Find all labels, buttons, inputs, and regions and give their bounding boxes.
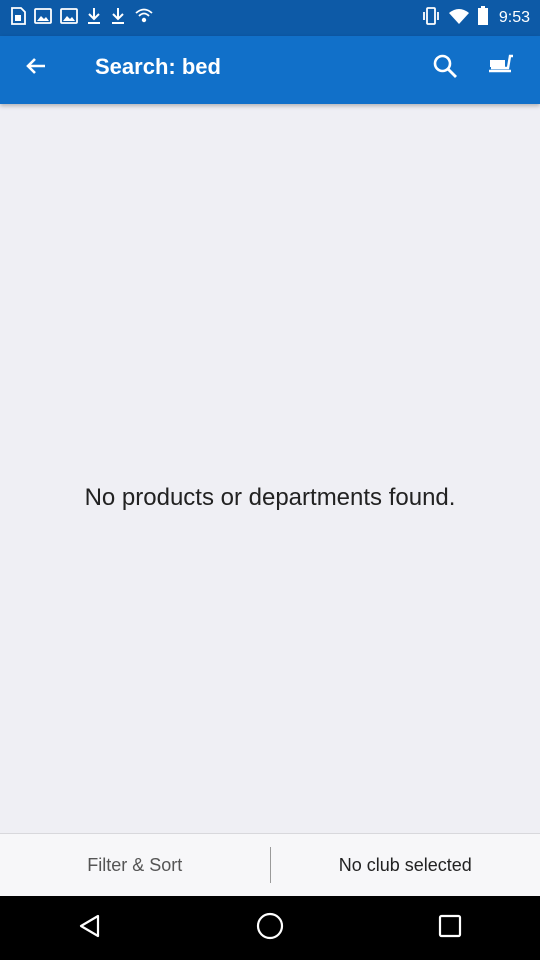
photo-icon	[60, 7, 78, 29]
download-icon	[110, 7, 126, 30]
status-time: 9:53	[498, 9, 530, 26]
cart-button[interactable]	[479, 44, 527, 92]
search-button[interactable]	[421, 44, 469, 92]
nav-recents-button[interactable]	[418, 896, 482, 960]
filter-sort-button[interactable]: Filter & Sort	[0, 834, 270, 896]
back-arrow-icon	[26, 56, 46, 81]
nav-home-button[interactable]	[238, 896, 302, 960]
back-button[interactable]	[12, 44, 60, 92]
navigation-bar	[0, 896, 540, 960]
page-title: Search: bed	[95, 54, 221, 79]
screen: 9:53 Search: bed No products or departme…	[0, 0, 540, 960]
app-bar: Search: bed	[0, 36, 540, 104]
search-icon	[432, 53, 458, 84]
back-triangle-icon	[76, 912, 104, 945]
empty-results-message: No products or departments found.	[84, 484, 456, 511]
wifi-icon	[448, 8, 469, 29]
bottom-action-bar: Filter & Sort No club selected	[0, 833, 540, 896]
home-circle-icon	[255, 911, 285, 946]
cart-icon	[487, 54, 519, 83]
vibrate-icon	[421, 6, 441, 30]
nav-back-button[interactable]	[58, 896, 122, 960]
status-bar: 9:53	[0, 0, 540, 36]
wifi-hotspot-icon	[134, 8, 154, 29]
recents-square-icon	[437, 913, 463, 944]
download-icon	[86, 7, 102, 30]
battery-icon	[477, 5, 489, 31]
status-left-icons	[10, 6, 154, 30]
status-right-icons: 9:53	[421, 5, 530, 31]
photo-icon	[34, 7, 52, 29]
club-select-button[interactable]: No club selected	[271, 834, 540, 896]
sim-card-icon	[10, 6, 26, 30]
